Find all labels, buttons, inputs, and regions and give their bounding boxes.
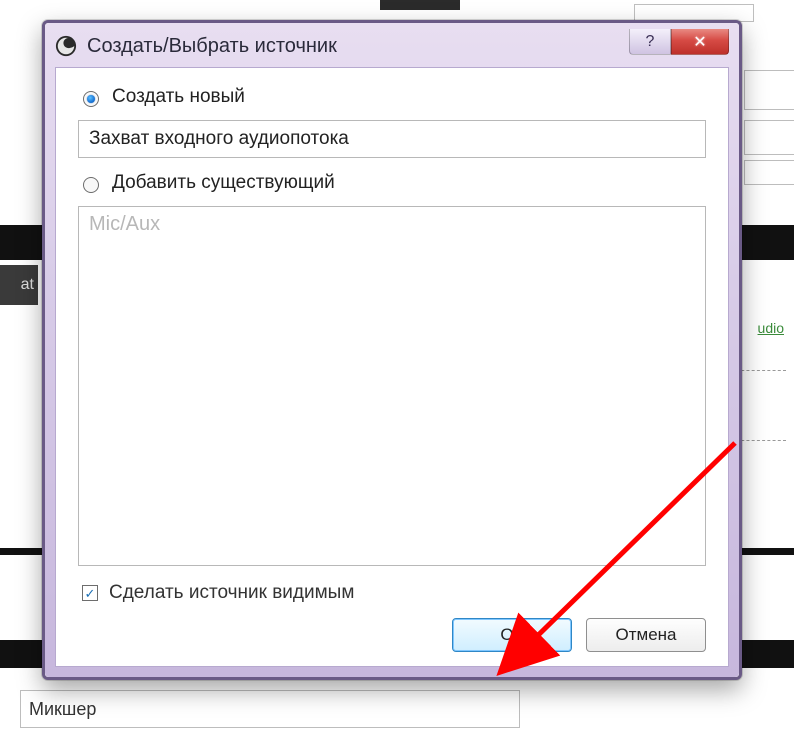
ok-label: ОК bbox=[500, 625, 523, 644]
create-new-option[interactable]: Создать новый bbox=[78, 86, 706, 108]
source-name-input[interactable] bbox=[78, 120, 706, 158]
create-new-radio[interactable] bbox=[83, 91, 99, 107]
bg-box bbox=[744, 70, 794, 110]
bg-divider bbox=[736, 440, 786, 441]
cancel-label: Отмена bbox=[616, 625, 677, 644]
bg-tab-fragment: at bbox=[0, 265, 38, 305]
obs-icon bbox=[55, 35, 77, 57]
create-select-source-dialog: Создать/Выбрать источник ? ✕ Создать нов… bbox=[42, 20, 742, 680]
make-visible-checkbox[interactable] bbox=[82, 585, 98, 601]
dialog-frame: Создать/Выбрать источник ? ✕ Создать нов… bbox=[45, 23, 739, 677]
add-existing-radio[interactable] bbox=[83, 177, 99, 193]
dialog-body: Создать новый Добавить существующий Mic/… bbox=[55, 67, 729, 667]
make-visible-option[interactable]: Сделать источник видимым bbox=[78, 582, 706, 604]
titlebar: Создать/Выбрать источник ? ✕ bbox=[55, 31, 729, 61]
make-visible-label: Сделать источник видимым bbox=[109, 582, 354, 604]
dialog-title: Создать/Выбрать источник bbox=[87, 35, 619, 58]
help-icon: ? bbox=[646, 33, 655, 51]
mixer-panel-header: Микшер bbox=[20, 690, 520, 728]
list-item[interactable]: Mic/Aux bbox=[89, 213, 695, 236]
bg-bar bbox=[380, 0, 460, 10]
window-buttons: ? ✕ bbox=[629, 29, 729, 55]
bg-box bbox=[744, 160, 794, 185]
ok-button[interactable]: ОК bbox=[452, 618, 572, 652]
add-existing-option[interactable]: Добавить существующий bbox=[78, 172, 706, 194]
add-existing-label: Добавить существующий bbox=[112, 172, 335, 194]
cancel-button[interactable]: Отмена bbox=[586, 618, 706, 652]
dialog-buttons: ОК Отмена bbox=[78, 618, 706, 652]
help-button[interactable]: ? bbox=[629, 29, 671, 55]
mixer-label: Микшер bbox=[29, 699, 96, 720]
bg-link-fragment: udio bbox=[758, 320, 784, 336]
bg-divider bbox=[736, 370, 786, 371]
create-new-label: Создать новый bbox=[112, 86, 245, 108]
close-button[interactable]: ✕ bbox=[671, 29, 729, 55]
bg-box bbox=[744, 120, 794, 155]
close-icon: ✕ bbox=[693, 32, 706, 52]
existing-sources-list[interactable]: Mic/Aux bbox=[78, 206, 706, 566]
